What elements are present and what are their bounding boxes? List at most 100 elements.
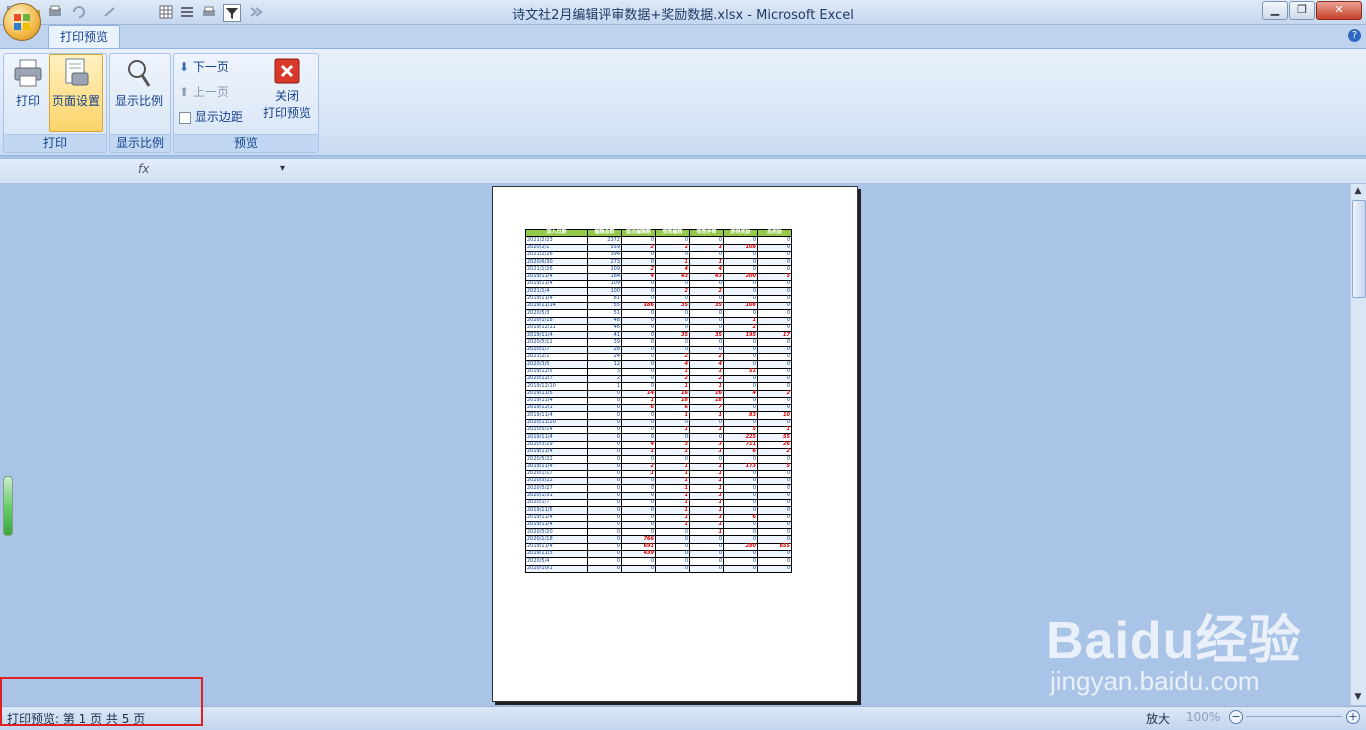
more-icon[interactable]: ▾: [280, 163, 285, 174]
table-cell: 2019/11/14: [525, 301, 588, 311]
table-cell: 2020/10/1: [525, 564, 588, 573]
help-icon[interactable]: ?: [1348, 29, 1361, 42]
table-cell: 0: [689, 236, 724, 245]
table-cell: 0: [587, 506, 622, 515]
table-cell: 0: [587, 455, 622, 464]
table-cell: 0: [723, 353, 758, 362]
rows-icon[interactable]: [179, 4, 195, 20]
table-cell: 0: [723, 498, 758, 508]
table-cell: 0: [655, 528, 690, 537]
table-cell: 2019/11/4: [525, 520, 588, 530]
scrollbar-thumb[interactable]: [1352, 200, 1366, 298]
table-cell: 0: [757, 382, 792, 391]
print-preview-icon[interactable]: [47, 4, 63, 20]
table-cell: 225: [723, 433, 758, 442]
minimize-button[interactable]: ▁: [1262, 1, 1288, 20]
restore-button[interactable]: ❐: [1289, 1, 1315, 20]
table-row: 2019/11/4 0 0 0 0 225 55: [525, 433, 792, 442]
zoom-in-icon[interactable]: +: [1346, 710, 1360, 724]
table-cell: 2020/5/22: [525, 455, 588, 464]
table-cell: 273: [587, 258, 622, 267]
table-cell: 1: [655, 477, 690, 486]
next-page-button[interactable]: ⬇ 下一页: [179, 57, 229, 77]
table-row: 2020/5/22 0 0 1 1 0 0: [525, 477, 792, 486]
table-row: 2021/1/4 100 0 2 2 0 0: [525, 287, 792, 296]
table-cell: 0: [689, 323, 724, 333]
show-margins-checkbox[interactable]: 显示边距: [179, 107, 243, 127]
zoom-in-label[interactable]: 放大: [1146, 710, 1170, 727]
table-cell: 109: [587, 280, 622, 289]
table-cell: 0: [587, 425, 622, 435]
undo-icon[interactable]: [70, 4, 86, 20]
zoom-button[interactable]: 显示比例: [113, 55, 165, 127]
fx-icon[interactable]: fx: [138, 162, 149, 176]
redo-icon[interactable]: [102, 4, 118, 20]
ribbon-tab-strip: [0, 25, 1366, 49]
tab-print-preview[interactable]: 打印预览: [48, 25, 120, 49]
table-cell: 0: [587, 498, 622, 508]
table-cell: 1: [655, 447, 690, 457]
table-cell: 2019/11/4: [525, 447, 588, 457]
table-row: 2020/1/7 28 0 0 0 0 0: [525, 345, 792, 355]
office-button[interactable]: [3, 3, 41, 41]
table-cell: 2372: [587, 236, 622, 245]
watermark-logo-text: Baidu经验: [1046, 612, 1302, 670]
table-cell: 0: [723, 455, 758, 464]
close-window-button[interactable]: ✕: [1316, 1, 1362, 20]
table-cell: 35: [655, 301, 690, 311]
print-button-label: 打印: [15, 94, 40, 108]
zoom-button-label: 显示比例: [114, 94, 163, 108]
zoom-out-icon[interactable]: −: [1229, 710, 1243, 724]
table-row: 2020/3/29 0 4 3 3 711 26: [525, 440, 792, 449]
table-cell: 0: [689, 564, 724, 573]
scroll-up-icon[interactable]: ▲: [1352, 186, 1364, 198]
table-cell: 0: [723, 382, 758, 391]
table-header-cell: 获得奖励: [723, 228, 758, 238]
data-table: 加入日期 编辑总数 首次编辑数 有效编辑 有效评审 获得奖励 总奖励 2021/2/23 23…: [525, 228, 792, 573]
table-cell: 0: [655, 236, 690, 245]
table-cell: 35: [689, 301, 724, 311]
filter-icon[interactable]: [223, 4, 241, 22]
table-cell: 0: [757, 404, 792, 413]
table-cell: 0: [757, 528, 792, 537]
table-cell: 2: [689, 353, 724, 362]
table-cell: 0: [655, 309, 690, 318]
zoom-level[interactable]: 100%: [1186, 710, 1220, 724]
show-margins-label: 显示边距: [194, 110, 243, 124]
close-preview-button[interactable]: 关闭 打印预览: [260, 58, 314, 128]
table-row: 2019/11/4 0 0 1 1 83 10: [525, 411, 792, 420]
table-cell: 0: [587, 550, 622, 559]
grid-icon[interactable]: [158, 4, 174, 20]
table-cell: 2019/12/10: [525, 382, 588, 391]
table-cell: 35: [689, 331, 724, 340]
table-cell: 0: [621, 323, 656, 333]
table-cell: 0: [655, 564, 690, 573]
table-cell: 0: [655, 280, 690, 289]
table-row: 2019/11/4 109 0 0 0 0 0: [525, 280, 792, 289]
table-cell: 2: [757, 447, 792, 457]
page-setup-button[interactable]: 页面设置: [49, 54, 103, 132]
table-cell: 0: [757, 309, 792, 318]
table-row: 2020/1/17 0 1 1 1 0 0: [525, 469, 792, 479]
table-cell: 0: [723, 309, 758, 318]
table-header-cell: 总奖励: [757, 228, 792, 238]
table-cell: 0: [621, 528, 656, 537]
zoom-slider[interactable]: [1246, 716, 1342, 717]
close-preview-label-2: 打印预览: [262, 106, 311, 120]
table-cell: 0: [621, 564, 656, 573]
print-icon[interactable]: [201, 4, 217, 20]
table-cell: 0: [621, 455, 656, 464]
table-cell: 2: [655, 374, 690, 384]
prev-page-button[interactable]: ⬆ 上一页: [179, 82, 229, 102]
table-cell: 1: [689, 447, 724, 457]
table-cell: 0: [655, 250, 690, 260]
table-cell: 0: [587, 433, 622, 442]
table-row: 2020/5/22 0 0 0 0 0 0: [525, 455, 792, 464]
scroll-down-icon[interactable]: ▼: [1352, 692, 1364, 704]
table-header-cell: 有效评审: [689, 228, 724, 238]
sort-icon[interactable]: [248, 4, 264, 20]
print-button[interactable]: 打印: [8, 55, 48, 127]
table-row: 2019/12/5 3 0 1 1 51 0: [525, 367, 792, 376]
table-cell: 0: [757, 506, 792, 515]
table-cell: 0: [621, 280, 656, 289]
